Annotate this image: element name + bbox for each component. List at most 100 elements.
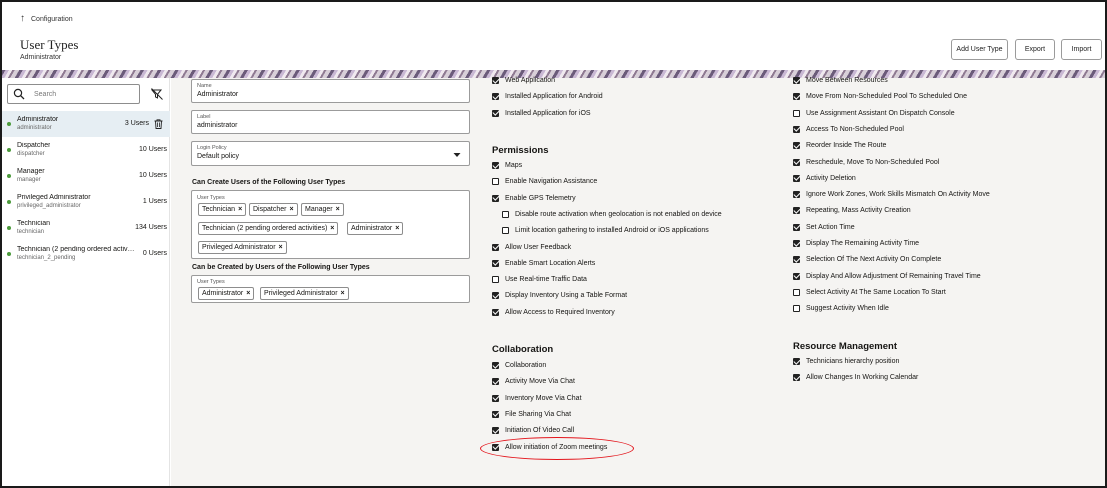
checkbox-unchecked[interactable] (502, 227, 509, 235)
remove-chip-icon[interactable]: × (341, 290, 345, 297)
checkbox-checked[interactable] (793, 191, 800, 199)
checkbox-checked[interactable] (492, 162, 499, 169)
checkbox-checked[interactable] (492, 427, 499, 435)
checkbox-checked[interactable] (492, 93, 499, 101)
chip-administrator[interactable]: Administrator × (347, 222, 404, 235)
checkbox-row[interactable]: Reorder Inside The Route (793, 142, 886, 150)
checkbox-checked[interactable] (492, 194, 499, 202)
checkbox-unchecked[interactable] (793, 109, 800, 117)
checkbox-row[interactable]: Activity Deletion (793, 174, 856, 182)
checkbox-checked[interactable] (793, 93, 800, 101)
checkbox-row[interactable]: Enable Smart Location Alerts (492, 259, 595, 267)
checkbox-row[interactable]: Technicians hierarchy position (793, 358, 899, 365)
checkbox-row[interactable]: Display The Remaining Activity Time (793, 240, 919, 247)
checkbox-unchecked[interactable] (793, 305, 800, 313)
list-item-manager[interactable]: Manager manager 10 Users (2, 163, 170, 189)
checkbox-checked[interactable] (793, 240, 800, 247)
checkbox-row[interactable]: Allow initiation of Zoom meetings (492, 443, 607, 451)
checkbox-row[interactable]: File Sharing Via Chat (492, 410, 571, 418)
checkbox-row[interactable]: Reschedule, Move To Non-Scheduled Pool (793, 158, 939, 166)
search-input[interactable]: Search (7, 84, 140, 104)
checkbox-checked[interactable] (492, 362, 499, 369)
checkbox-row[interactable]: Ignore Work Zones, Work Skills Mismatch … (793, 191, 990, 199)
checkbox-row[interactable]: Access To Non-Scheduled Pool (793, 125, 904, 133)
back-link[interactable]: ↑ Configuration (20, 14, 73, 24)
checkbox-row[interactable]: Move Between Resources (793, 77, 888, 84)
list-item-dispatcher[interactable]: Dispatcher dispatcher 10 Users (2, 137, 170, 163)
checkbox-checked[interactable] (492, 378, 499, 386)
checkbox-row[interactable]: Use Real-time Traffic Data (492, 276, 587, 284)
checkbox-checked[interactable] (492, 410, 499, 418)
add-user-type-button[interactable]: Add User Type (951, 39, 1008, 60)
checkbox-row[interactable]: Installed Application for Android (492, 93, 603, 101)
checkbox-checked[interactable] (793, 207, 800, 215)
label-field[interactable]: Label administrator (191, 110, 470, 134)
checkbox-row[interactable]: Display Inventory Using a Table Format (492, 292, 627, 300)
checkbox-checked[interactable] (793, 374, 800, 382)
checkbox-row[interactable]: Allow Changes In Working Calendar (793, 374, 918, 382)
checkbox-row[interactable]: Collaboration (492, 362, 546, 369)
remove-chip-icon[interactable]: × (330, 225, 334, 232)
checkbox-checked[interactable] (793, 223, 800, 231)
import-button[interactable]: Import (1061, 39, 1102, 60)
checkbox-row[interactable]: Limit location gathering to installed An… (502, 227, 709, 235)
checkbox-row[interactable]: Initiation Of Video Call (492, 427, 574, 435)
checkbox-unchecked[interactable] (793, 288, 800, 296)
checkbox-checked[interactable] (492, 394, 499, 402)
created-by-user-types-field[interactable]: User Types Administrator × Privileged Adm… (191, 275, 470, 303)
chip-administrator[interactable]: Administrator × (198, 287, 255, 300)
checkbox-checked[interactable] (492, 77, 499, 84)
list-item-privileged-administrator[interactable]: Privileged Administrator privileged_admi… (2, 189, 170, 215)
list-item-technician-2-pending[interactable]: Technician (2 pending ordered activiti..… (2, 241, 170, 267)
checkbox-row[interactable]: Selection Of The Next Activity On Comple… (793, 256, 941, 264)
checkbox-row[interactable]: Use Assignment Assistant On Dispatch Con… (793, 109, 955, 117)
export-button[interactable]: Export (1015, 39, 1055, 60)
checkbox-checked[interactable] (492, 443, 499, 451)
checkbox-checked[interactable] (793, 358, 800, 365)
can-create-user-types-field[interactable]: User Types Technician × Dispatcher × Manag… (191, 190, 470, 259)
checkbox-row[interactable]: Repeating, Mass Activity Creation (793, 207, 911, 215)
checkbox-unchecked[interactable] (492, 276, 499, 284)
remove-chip-icon[interactable]: × (238, 206, 242, 213)
remove-chip-icon[interactable]: × (395, 225, 399, 232)
checkbox-checked[interactable] (793, 125, 800, 133)
checkbox-checked[interactable] (793, 142, 800, 150)
checkbox-unchecked[interactable] (492, 178, 499, 186)
checkbox-row[interactable]: Inventory Move Via Chat (492, 394, 582, 402)
checkbox-row[interactable]: Suggest Activity When Idle (793, 305, 889, 313)
checkbox-checked[interactable] (492, 109, 499, 117)
remove-chip-icon[interactable]: × (336, 206, 340, 213)
checkbox-row[interactable]: Installed Application for iOS (492, 109, 591, 117)
chip-technician[interactable]: Technician × (198, 203, 247, 216)
checkbox-row[interactable]: Allow Access to Required Inventory (492, 308, 615, 316)
checkbox-row[interactable]: Set Action Time (793, 223, 855, 231)
checkbox-checked[interactable] (492, 292, 499, 300)
checkbox-row[interactable]: Enable GPS Telemetry (492, 194, 576, 202)
checkbox-row[interactable]: Disable route activation when geolocatio… (502, 210, 722, 218)
name-field[interactable]: Name Administrator (191, 79, 470, 103)
checkbox-row[interactable]: Activity Move Via Chat (492, 378, 575, 386)
checkbox-checked[interactable] (492, 308, 499, 316)
remove-chip-icon[interactable]: × (289, 206, 293, 213)
list-item-administrator[interactable]: Administrator administrator 3 Users (2, 111, 170, 137)
checkbox-checked[interactable] (793, 158, 800, 166)
chip-manager[interactable]: Manager × (301, 203, 344, 216)
checkbox-row[interactable]: Allow User Feedback (492, 243, 571, 251)
remove-chip-icon[interactable]: × (279, 244, 283, 251)
list-item-technician[interactable]: Technician technician 134 Users (2, 215, 170, 241)
chip-dispatcher[interactable]: Dispatcher × (249, 203, 298, 216)
chip-technician-2-pending[interactable]: Technician (2 pending ordered activities… (198, 222, 339, 235)
remove-chip-icon[interactable]: × (246, 290, 250, 297)
checkbox-checked[interactable] (492, 259, 499, 267)
checkbox-row[interactable]: Web Application (492, 77, 555, 84)
checkbox-row[interactable]: Maps (492, 162, 522, 169)
checkbox-row[interactable]: Select Activity At The Same Location To … (793, 288, 946, 296)
checkbox-unchecked[interactable] (502, 210, 509, 218)
checkbox-checked[interactable] (793, 256, 800, 264)
checkbox-row[interactable]: Move From Non-Scheduled Pool To Schedule… (793, 93, 967, 101)
checkbox-checked[interactable] (492, 243, 499, 251)
login-policy-select[interactable]: Login Policy Default policy (191, 141, 470, 166)
checkbox-row[interactable]: Display And Allow Adjustment Of Remainin… (793, 272, 981, 280)
trash-icon[interactable] (154, 119, 163, 129)
filter-off-icon[interactable] (151, 88, 163, 100)
